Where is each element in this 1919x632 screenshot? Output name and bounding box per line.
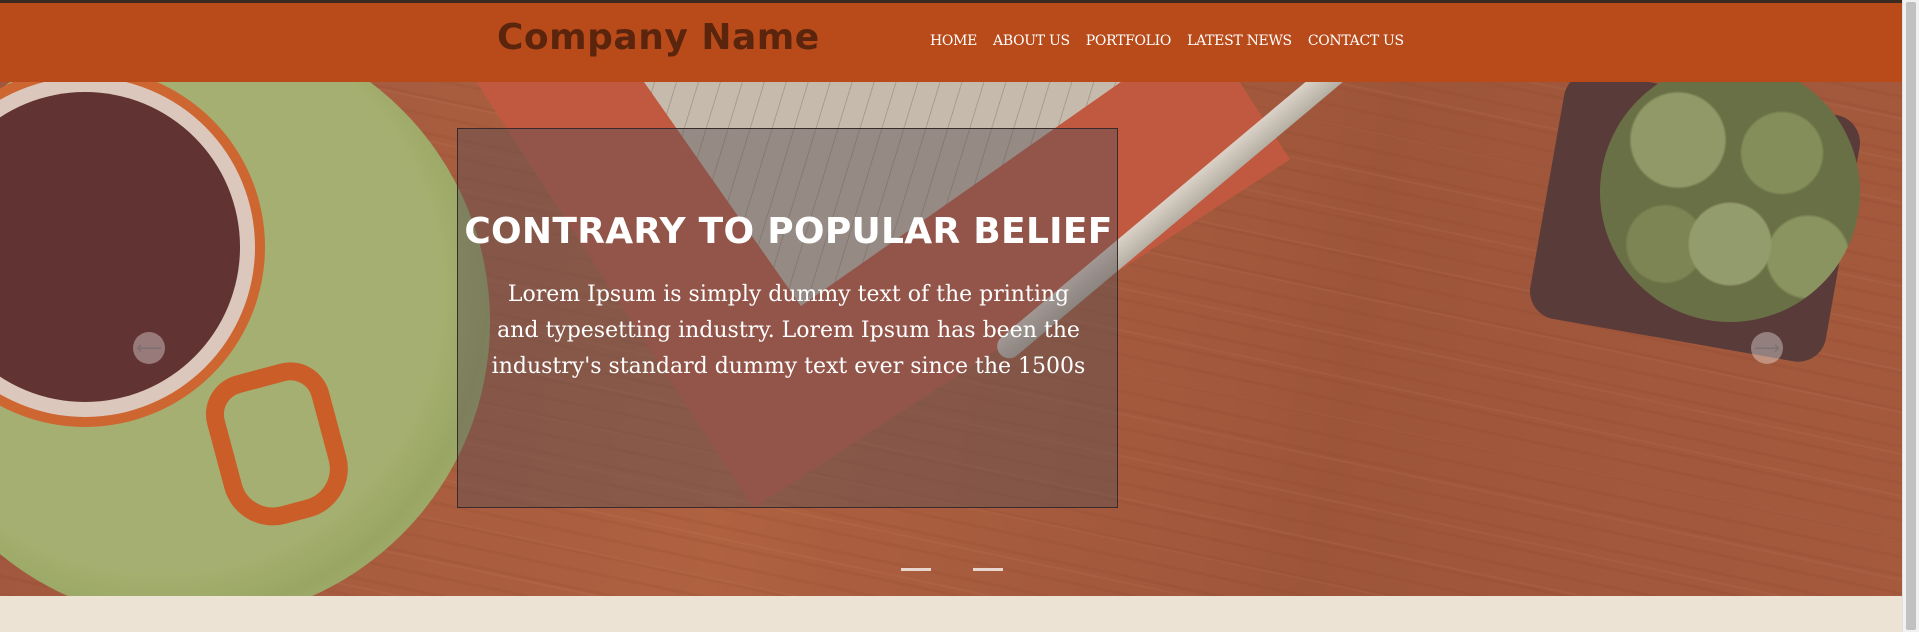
main-nav: HOME ABOUT US PORTFOLIO LATEST NEWS CONT… bbox=[930, 33, 1404, 49]
hero-carousel: CONTRARY TO POPULAR BELIEF Lorem Ipsum i… bbox=[0, 82, 1902, 596]
carousel-prev-button[interactable]: ⟵ bbox=[133, 332, 165, 364]
hero-text: Lorem Ipsum is simply dummy text of the … bbox=[491, 282, 1086, 379]
carousel-indicator-1[interactable] bbox=[901, 568, 931, 571]
carousel-indicator-2[interactable] bbox=[973, 568, 1003, 571]
arrow-left-icon: ⟵ bbox=[136, 337, 162, 359]
nav-portfolio[interactable]: PORTFOLIO bbox=[1086, 33, 1172, 49]
hero-title: CONTRARY TO POPULAR BELIEF bbox=[464, 211, 1113, 252]
hero-caption: CONTRARY TO POPULAR BELIEF Lorem Ipsum i… bbox=[457, 128, 1118, 508]
company-logo[interactable]: Company Name bbox=[497, 17, 820, 58]
page-scrollbar[interactable] bbox=[1902, 0, 1919, 632]
carousel-next-button[interactable]: ⟶ bbox=[1751, 332, 1783, 364]
nav-home[interactable]: HOME bbox=[930, 33, 977, 49]
arrow-right-icon: ⟶ bbox=[1754, 337, 1780, 359]
nav-latest-news[interactable]: LATEST NEWS bbox=[1187, 33, 1292, 49]
scrollbar-thumb[interactable] bbox=[1906, 2, 1916, 630]
nav-contact-us[interactable]: CONTACT US bbox=[1308, 33, 1404, 49]
carousel-indicators bbox=[901, 568, 1003, 571]
nav-about-us[interactable]: ABOUT US bbox=[993, 33, 1070, 49]
site-header: Company Name HOME ABOUT US PORTFOLIO LAT… bbox=[0, 3, 1902, 82]
